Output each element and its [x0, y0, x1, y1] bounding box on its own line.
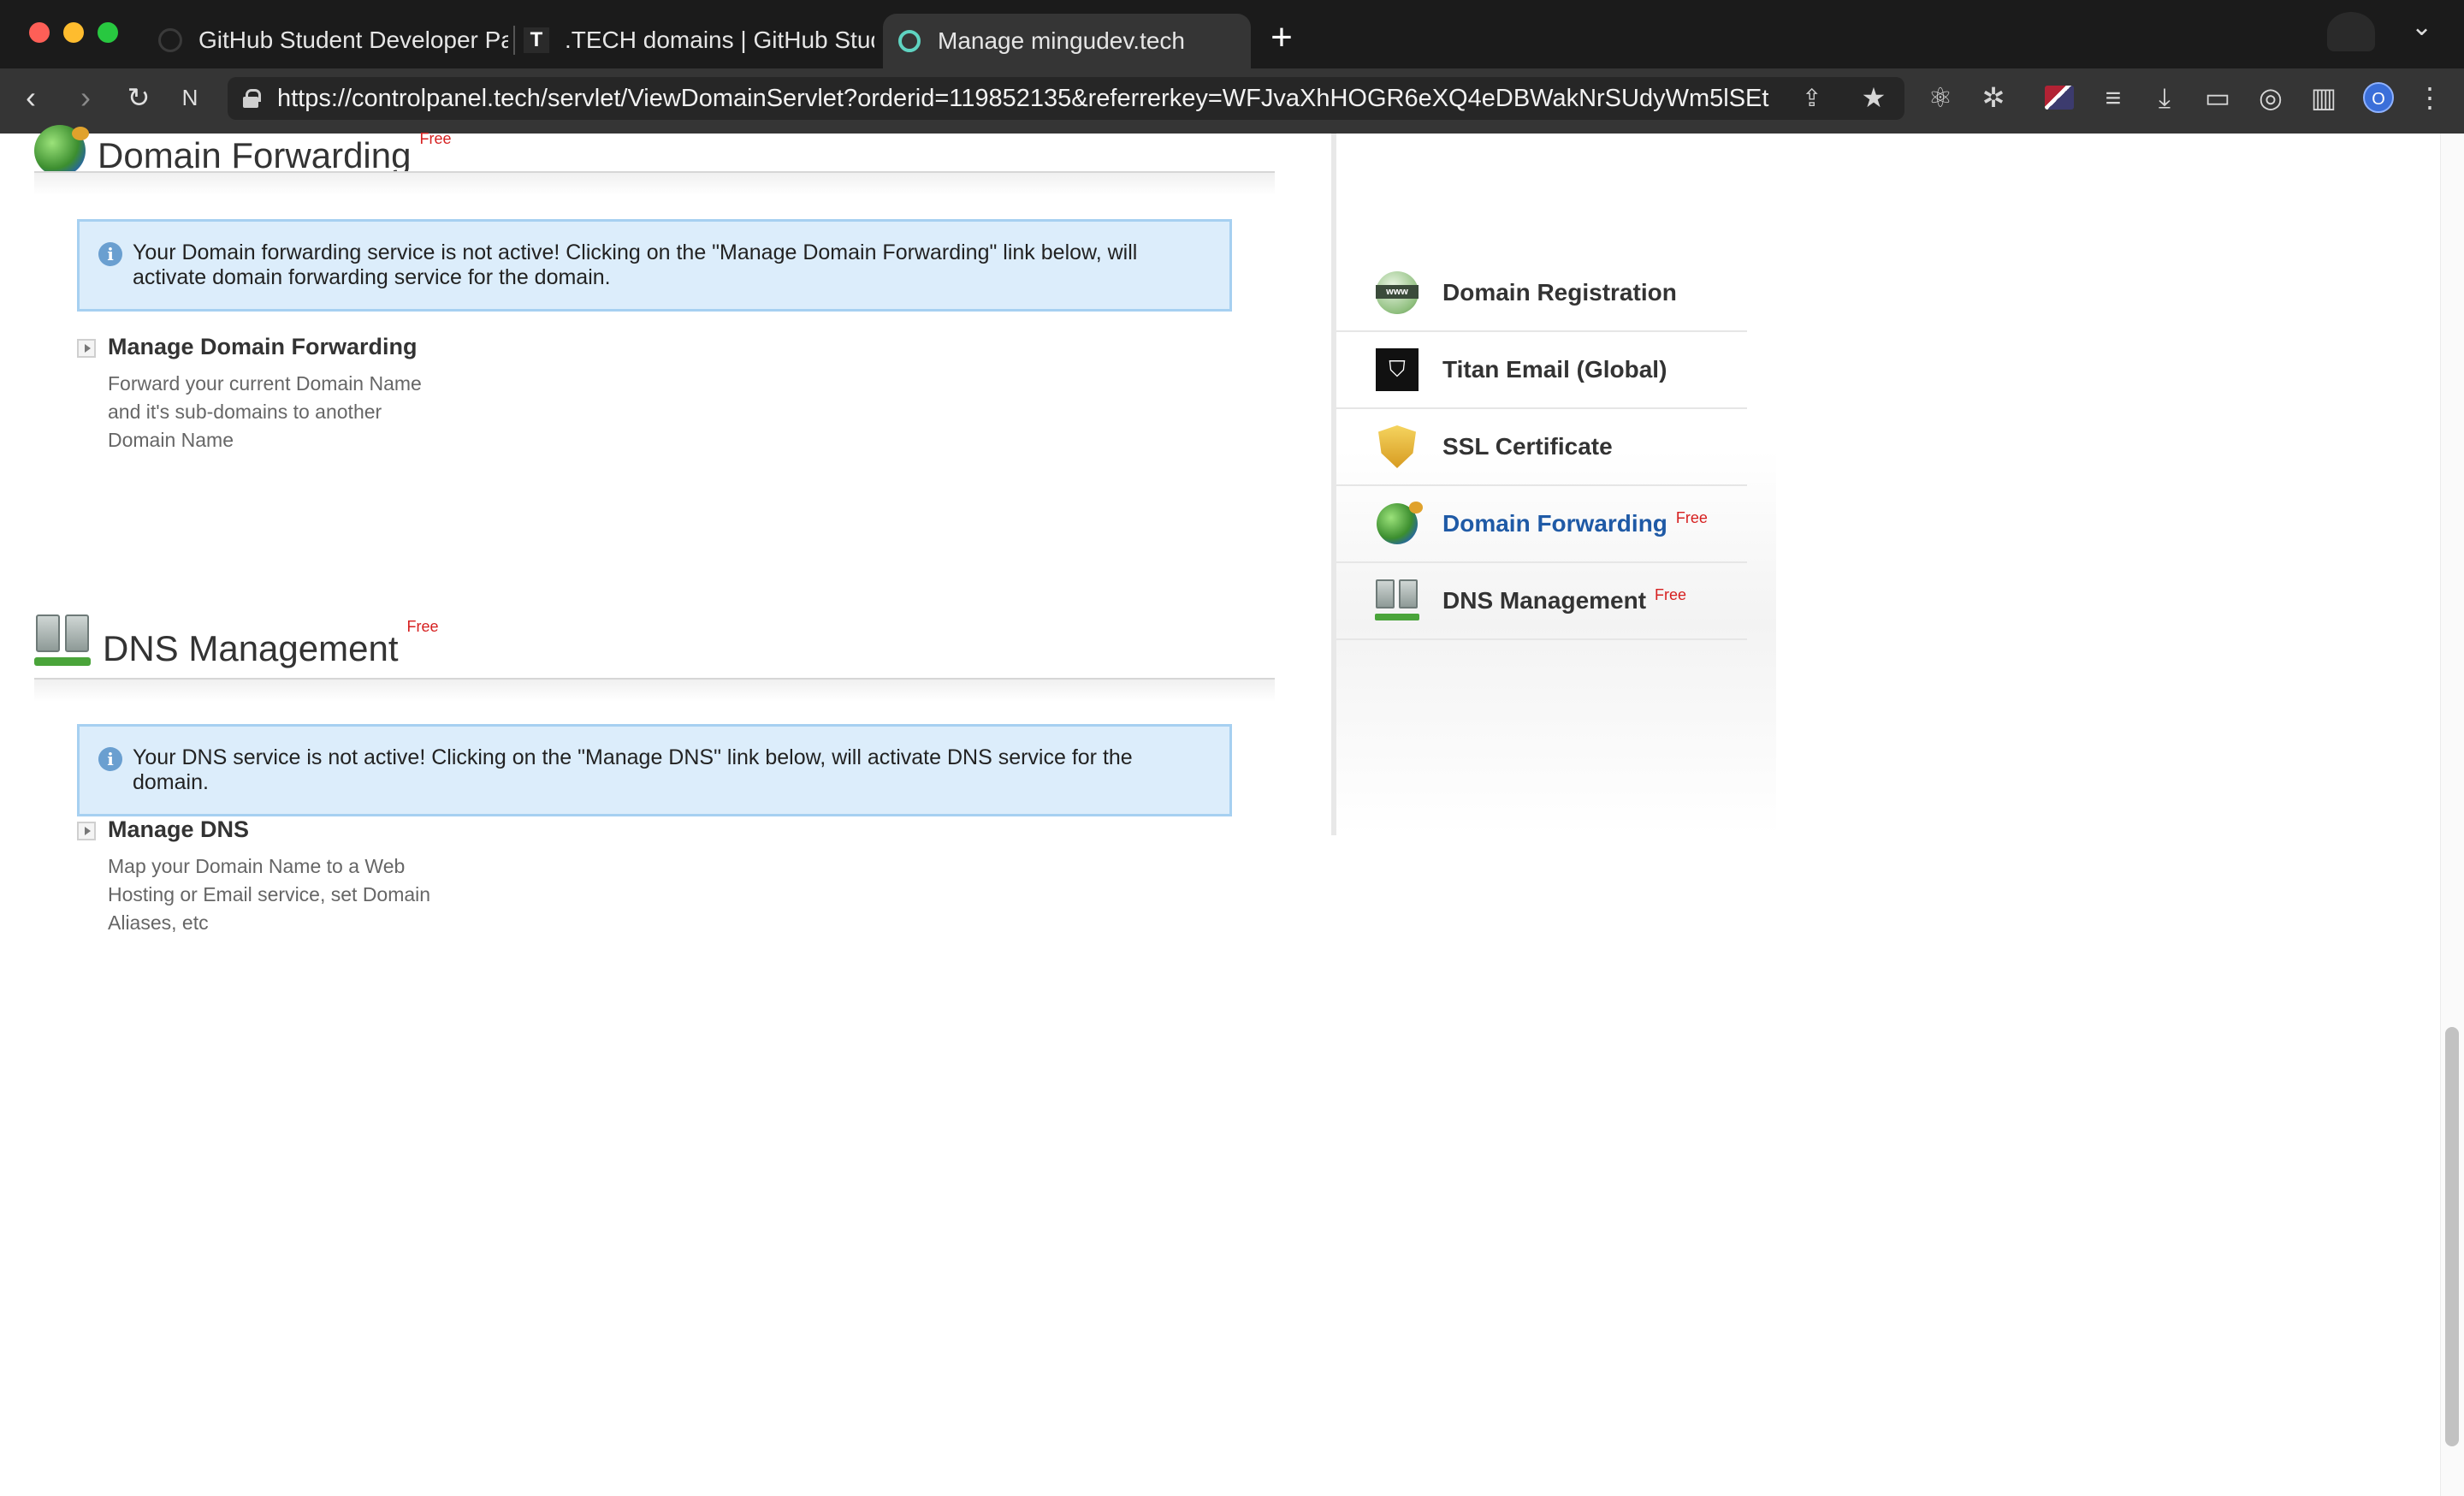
- sidebar-item-dns-management[interactable]: DNS Management Free: [1336, 563, 1747, 640]
- shield-icon: [1374, 424, 1420, 470]
- tab-label: .TECH domains | GitHub Stud: [565, 27, 874, 53]
- tab-label: Manage mingudev.tech: [938, 27, 1185, 54]
- address-bar[interactable]: https://controlpanel.tech/servlet/ViewDo…: [228, 77, 1904, 120]
- dns-section-header: DNS Management Free: [34, 613, 1275, 669]
- sidebar-item-domain-registration[interactable]: www Domain Registration: [1336, 255, 1747, 332]
- info-icon: i: [98, 242, 122, 266]
- menu-icon[interactable]: ⋮: [2413, 80, 2447, 115]
- tech-icon: T: [524, 27, 549, 53]
- notion-icon[interactable]: N: [171, 79, 209, 116]
- chevron-down-icon[interactable]: ⌄: [2411, 12, 2432, 42]
- tab-search-icon[interactable]: [2327, 12, 2375, 51]
- extensions-icon[interactable]: ✲: [1976, 80, 2011, 115]
- minimize-window-button[interactable]: [63, 22, 84, 43]
- info-icon: i: [98, 747, 122, 771]
- server-icon: [1374, 578, 1420, 624]
- profile-avatar[interactable]: O: [2363, 82, 2394, 113]
- free-badge: Free: [1675, 508, 1708, 526]
- section-divider: [34, 171, 1275, 195]
- dns-info-text: Your DNS service is not active! Clicking…: [133, 745, 1133, 794]
- sidebar-item-label: Domain Registration: [1442, 279, 1677, 306]
- sidebar-item-label: SSL Certificate: [1442, 433, 1613, 460]
- sidebar-item-label: Domain Forwarding: [1442, 510, 1667, 537]
- sidebar-item-domain-forwarding[interactable]: Domain Forwarding Free: [1336, 486, 1747, 563]
- page-content: Domain Forwarding Free i Your Domain for…: [0, 125, 2464, 1496]
- forwarding-info-text: Your Domain forwarding service is not ac…: [133, 240, 1138, 289]
- manage-dns-desc: Map your Domain Name to a Web Hosting or…: [108, 855, 431, 934]
- dns-title: DNS Management: [103, 628, 399, 668]
- manage-forwarding-desc: Forward your current Domain Name and it'…: [108, 372, 422, 451]
- react-devtools-icon[interactable]: ⚛: [1923, 80, 1958, 115]
- sidebar-item-label: DNS Management: [1442, 587, 1647, 614]
- sidebar-toggle-icon[interactable]: ▥: [2307, 80, 2341, 115]
- tab-label: GitHub Student Developer Pa: [198, 27, 508, 53]
- bookmark-star-icon[interactable]: ★: [1857, 80, 1891, 115]
- reload-icon[interactable]: ↻: [120, 79, 157, 116]
- scrollbar-thumb[interactable]: [2445, 1027, 2459, 1446]
- back-icon[interactable]: ‹: [12, 79, 50, 116]
- arrow-right-icon: [77, 339, 96, 358]
- section-divider: [34, 678, 1275, 702]
- flag-icon[interactable]: [2045, 86, 2074, 110]
- globe-icon: [1374, 501, 1423, 547]
- tab-tech-domains[interactable]: T .TECH domains | GitHub Stud: [524, 14, 874, 67]
- server-icon: [34, 614, 91, 669]
- globe-icon: [34, 125, 89, 176]
- free-badge: Free: [419, 130, 452, 147]
- screenshot-icon[interactable]: ◎: [2254, 80, 2288, 115]
- free-badge: Free: [406, 618, 439, 635]
- free-badge: Free: [1655, 585, 1687, 603]
- lock-icon: [243, 89, 261, 108]
- download-icon[interactable]: ⤓: [2147, 80, 2182, 115]
- forward-icon[interactable]: ›: [67, 79, 104, 116]
- sidebar-item-label: Titan Email (Global): [1442, 356, 1667, 383]
- url-text: https://controlpanel.tech/servlet/ViewDo…: [277, 84, 1769, 112]
- www-globe-icon: www: [1374, 270, 1420, 316]
- loading-icon: [897, 28, 922, 54]
- new-tab-button[interactable]: +: [1265, 19, 1299, 56]
- titan-icon: ⛉: [1374, 347, 1420, 393]
- dns-info-box: i Your DNS service is not active! Clicki…: [77, 724, 1232, 816]
- tab-manage-domain[interactable]: Manage mingudev.tech: [883, 14, 1251, 68]
- tab-github-student[interactable]: GitHub Student Developer Pa: [157, 14, 508, 67]
- share-icon[interactable]: ⇪: [1802, 84, 1827, 111]
- sidebar-item-titan-email[interactable]: ⛉ Titan Email (Global): [1336, 332, 1747, 409]
- forwarding-info-box: i Your Domain forwarding service is not …: [77, 219, 1232, 312]
- reading-list-icon[interactable]: ≡: [2096, 80, 2130, 115]
- manage-forwarding-link[interactable]: Manage Domain Forwarding: [108, 334, 418, 360]
- forwarding-title: Domain Forwarding: [98, 135, 412, 175]
- arrow-right-icon: [77, 822, 96, 840]
- maximize-window-button[interactable]: [98, 22, 118, 43]
- browser-chrome: GitHub Student Developer Pa T .TECH doma…: [0, 0, 2464, 134]
- close-window-button[interactable]: [29, 22, 50, 43]
- services-sidebar: www Domain Registration ⛉ Titan Email (G…: [1331, 134, 1776, 835]
- cast-icon[interactable]: ▭: [2200, 80, 2235, 115]
- github-icon: [157, 27, 183, 53]
- forwarding-section-header: Domain Forwarding Free: [34, 125, 1275, 176]
- tab-separator: [513, 26, 515, 55]
- sidebar-item-ssl-certificate[interactable]: SSL Certificate: [1336, 409, 1747, 486]
- manage-dns-link[interactable]: Manage DNS: [108, 816, 249, 843]
